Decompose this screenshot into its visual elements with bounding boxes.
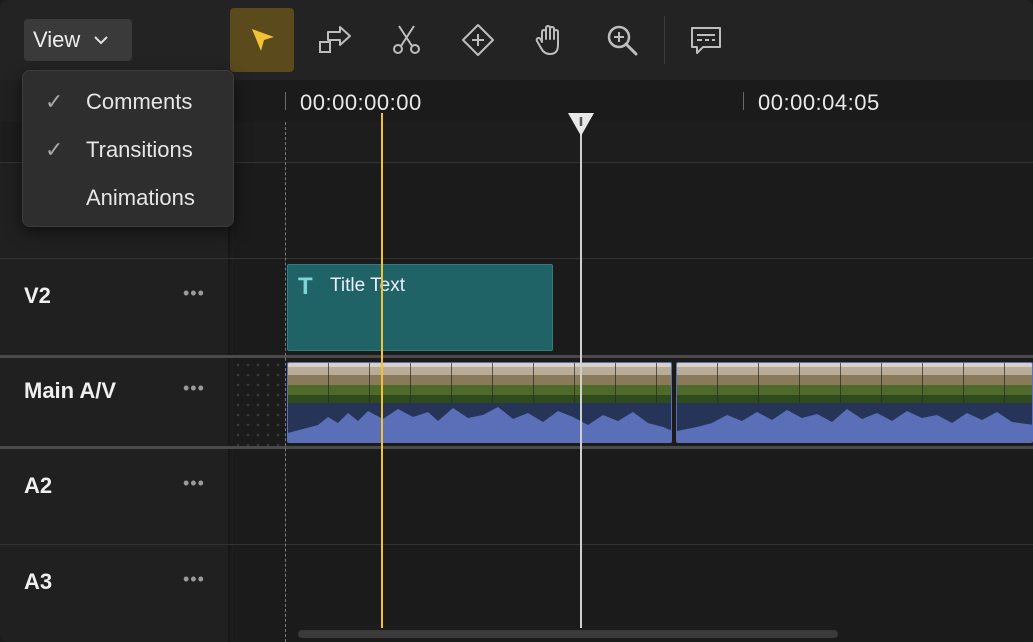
- ruler-tick: [743, 92, 744, 110]
- magnifier-plus-icon: [607, 25, 638, 56]
- speech-bubble-icon: [691, 27, 721, 54]
- av-clip[interactable]: [287, 362, 672, 443]
- horizontal-scrollbar[interactable]: [298, 630, 838, 638]
- menu-item-label: Transitions: [86, 137, 193, 162]
- toolbar-divider: [664, 16, 665, 64]
- empty-region-pattern: [233, 360, 285, 446]
- menu-item-animations[interactable]: Animations: [23, 175, 233, 221]
- keyframe-tool-button[interactable]: [446, 8, 510, 72]
- menu-item-transitions[interactable]: ✓ Transitions: [23, 127, 233, 173]
- view-label: View: [33, 27, 81, 52]
- checkmark-icon: ✓: [45, 137, 64, 162]
- hand-tool-button[interactable]: [518, 8, 582, 72]
- audio-waveform: [677, 403, 1032, 442]
- ripple-tool-button[interactable]: [302, 8, 366, 72]
- checkmark-icon: ✓: [45, 89, 64, 114]
- track-name: Main A/V: [24, 378, 117, 403]
- more-options-icon[interactable]: •••: [183, 569, 205, 590]
- menu-item-label: Comments: [86, 89, 193, 114]
- video-thumbnails: [288, 363, 671, 403]
- timeline-editor: View 00:00:00:00 00:00:04:05 V2 ••• Main…: [0, 0, 1033, 642]
- track-name: A2: [24, 473, 53, 498]
- clip-label: Title Text: [330, 275, 405, 296]
- chevron-down-icon: [94, 36, 109, 45]
- skimmer-line[interactable]: [381, 113, 383, 628]
- track-header-a3[interactable]: A3 •••: [0, 545, 233, 642]
- view-menu: ✓ Comments ✓ Transitions Animations: [22, 70, 234, 227]
- track-header-v2[interactable]: V2 •••: [0, 259, 233, 355]
- track-header-a2[interactable]: A2 •••: [0, 449, 233, 544]
- track-name: V2: [24, 283, 51, 308]
- zoom-tool-button[interactable]: [590, 8, 654, 72]
- more-options-icon[interactable]: •••: [183, 283, 205, 304]
- playhead-marker-icon[interactable]: [566, 110, 596, 140]
- text-icon: T: [298, 273, 313, 300]
- comment-tool-button[interactable]: [674, 8, 738, 72]
- view-dropdown-button[interactable]: View: [24, 19, 132, 61]
- diamond-plus-icon: [462, 24, 494, 56]
- swap-arrows-icon: [319, 26, 351, 53]
- scissors-icon: [393, 25, 420, 54]
- timeline-origin-line: [285, 122, 286, 642]
- select-tool-button[interactable]: [230, 8, 294, 72]
- audio-waveform: [288, 403, 671, 442]
- razor-tool-button[interactable]: [374, 8, 438, 72]
- timecode-mid: 00:00:04:05: [758, 90, 880, 115]
- hand-icon: [535, 25, 559, 55]
- video-thumbnails: [677, 363, 1032, 403]
- title-clip[interactable]: T Title Text: [287, 264, 553, 351]
- toolbar: View: [0, 0, 1033, 81]
- menu-item-comments[interactable]: ✓ Comments: [23, 79, 233, 125]
- track-name: A3: [24, 569, 53, 594]
- playhead-line[interactable]: [580, 122, 582, 628]
- track-header-main-av[interactable]: Main A/V •••: [0, 358, 233, 446]
- ruler-tick: [285, 92, 286, 110]
- av-clip[interactable]: [676, 362, 1033, 443]
- timecode-start: 00:00:00:00: [300, 90, 422, 115]
- arrow-pointer-icon: [252, 29, 274, 51]
- menu-item-label: Animations: [86, 185, 195, 210]
- more-options-icon[interactable]: •••: [183, 378, 205, 399]
- more-options-icon[interactable]: •••: [183, 473, 205, 494]
- timeline-ruler[interactable]: 00:00:00:00 00:00:04:05: [233, 80, 1033, 123]
